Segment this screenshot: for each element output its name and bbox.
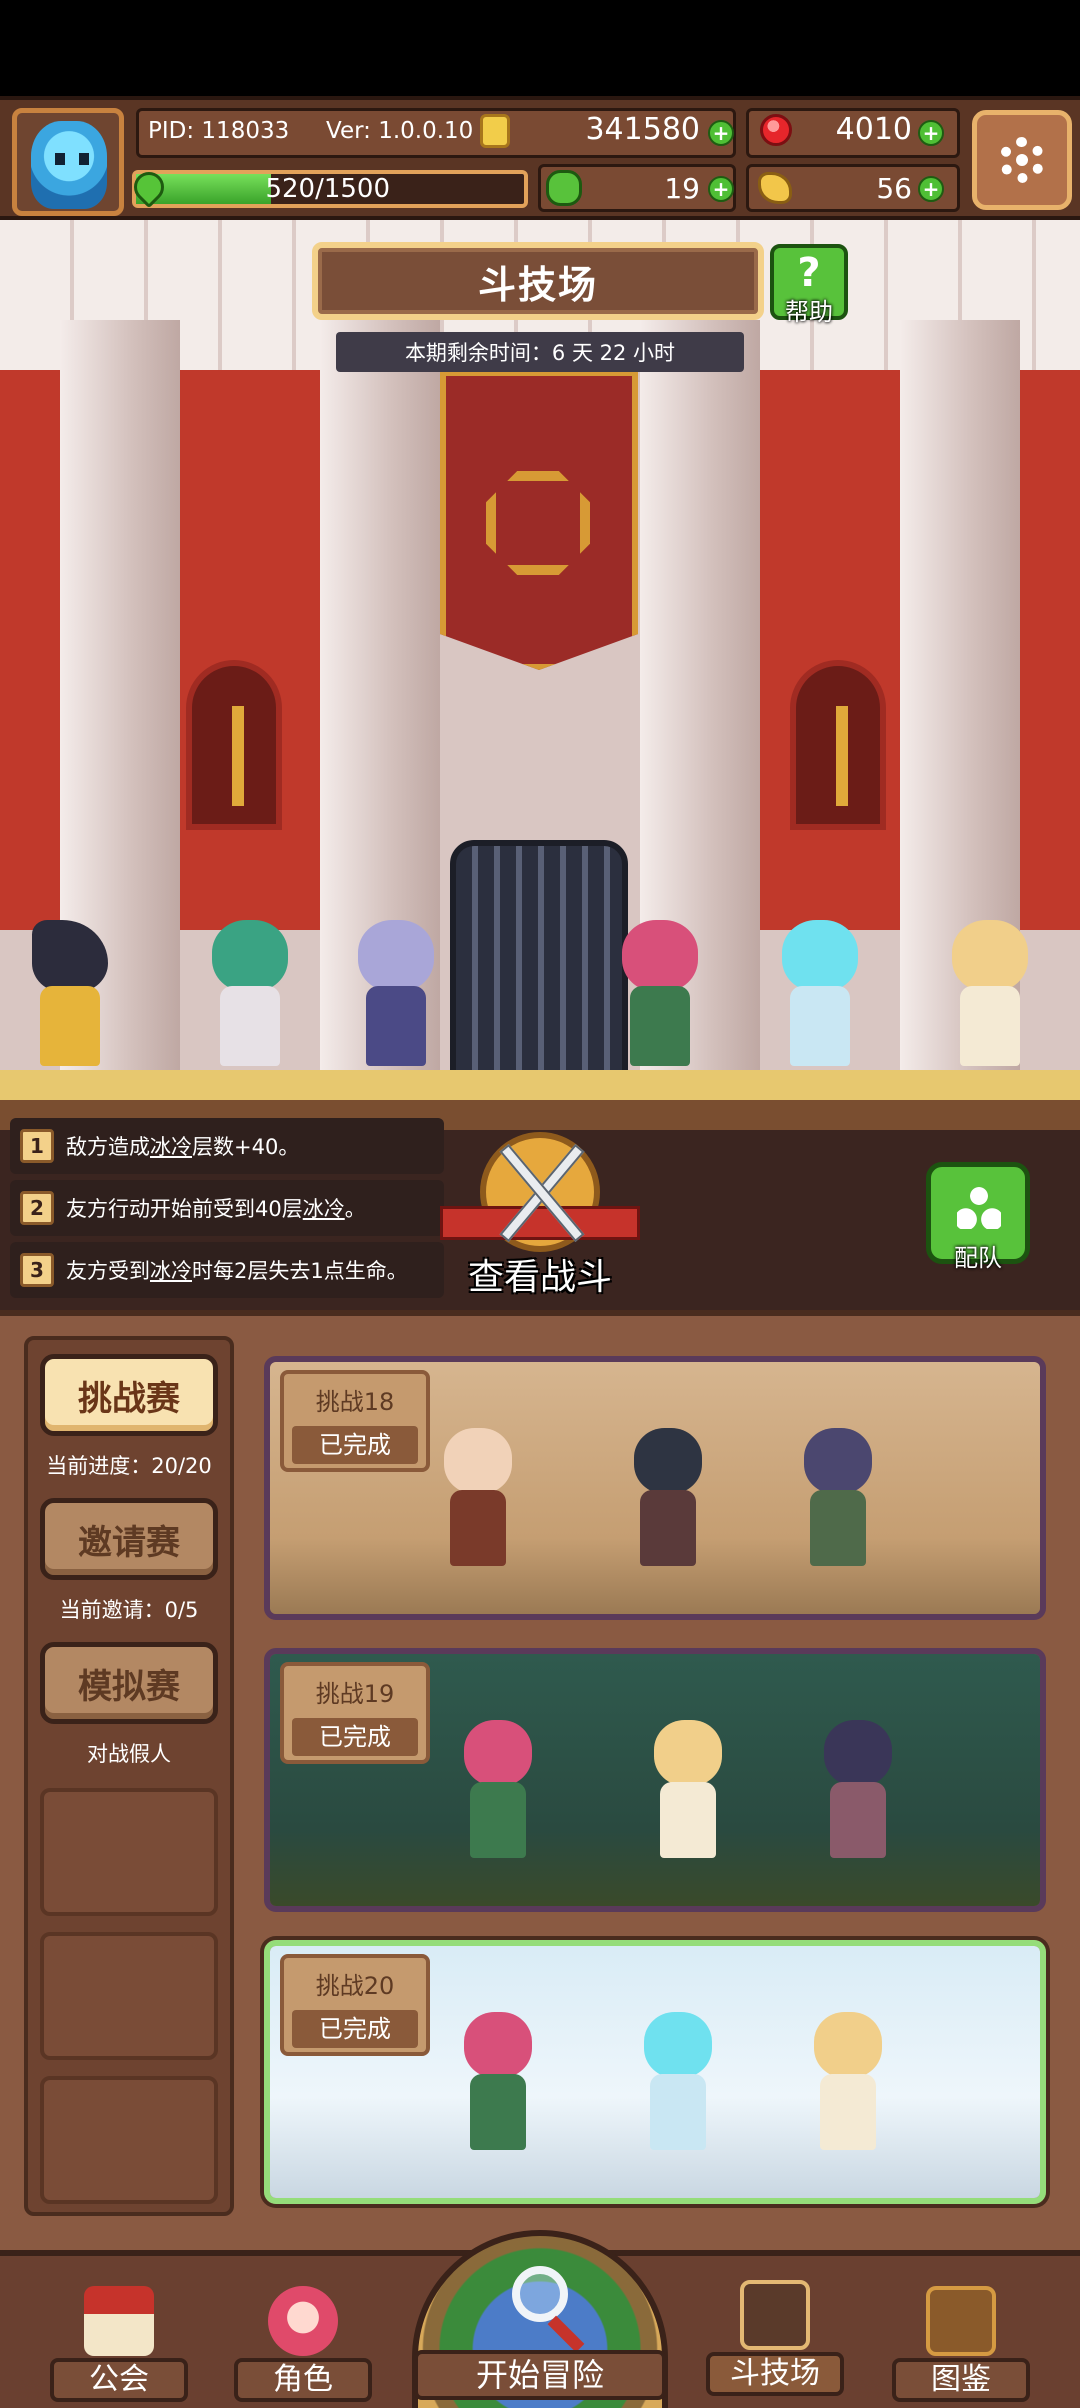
challenge-tag: 挑战19 已完成 bbox=[280, 1662, 430, 1764]
key-count: 56 bbox=[876, 172, 912, 205]
view-battle-label[interactable]: 查看战斗 bbox=[440, 1248, 640, 1300]
rule-item: 2 友方行动开始前受到40层冰冷。 bbox=[10, 1180, 444, 1236]
term-link[interactable]: 冰冷 bbox=[303, 1197, 345, 1221]
guild-house-icon bbox=[84, 2286, 154, 2356]
rule-item: 1 敌方造成冰冷层数+40。 bbox=[10, 1118, 444, 1174]
hero-bunny-knight bbox=[336, 910, 456, 1070]
team-icon bbox=[957, 1185, 1001, 1229]
rule-number: 1 bbox=[20, 1129, 54, 1163]
game-version: Ver: 1.0.0.10 bbox=[326, 118, 474, 144]
ruby-icon bbox=[760, 114, 792, 146]
enemy-character bbox=[450, 2012, 546, 2152]
enemy-character bbox=[800, 2012, 896, 2152]
nav-codex-label: 图鉴 bbox=[892, 2358, 1030, 2402]
help-label[interactable]: 帮助 bbox=[770, 292, 848, 327]
hero-bunny-green bbox=[190, 910, 310, 1070]
enemy-character bbox=[640, 1720, 736, 1860]
term-link[interactable]: 冰冷 bbox=[150, 1135, 192, 1159]
nav-guild[interactable]: 公会 bbox=[44, 2262, 194, 2402]
codex-book-icon bbox=[926, 2286, 996, 2356]
page-title: 斗技场 bbox=[312, 242, 764, 320]
empty-mode-slot bbox=[40, 1788, 218, 1916]
enemy-character bbox=[620, 1428, 716, 1568]
term-link[interactable]: 冰冷 bbox=[150, 1259, 192, 1283]
clover-count: 19 bbox=[664, 172, 700, 205]
empty-mode-slot bbox=[40, 2076, 218, 2204]
question-icon: ? bbox=[797, 250, 821, 296]
hero-fairy bbox=[930, 910, 1050, 1070]
challenge-card-selected[interactable]: 挑战20 已完成 bbox=[264, 1940, 1046, 2204]
challenge-title: 挑战20 bbox=[315, 1972, 395, 2000]
challenge-status: 已完成 bbox=[292, 1426, 418, 1464]
enemy-character bbox=[810, 1720, 906, 1860]
empty-mode-slot bbox=[40, 1932, 218, 2060]
magnifier-icon bbox=[512, 2266, 568, 2322]
nav-character-label: 角色 bbox=[234, 2358, 372, 2402]
enemy-character bbox=[430, 1428, 526, 1568]
hero-witch bbox=[10, 910, 130, 1070]
simulate-subtitle: 对战假人 bbox=[87, 1742, 171, 1766]
enemy-character bbox=[450, 1720, 546, 1860]
nav-start-adventure[interactable]: 开始冒险 bbox=[412, 2230, 668, 2408]
hero-ice-angel bbox=[760, 910, 880, 1070]
sword-alcove bbox=[186, 660, 282, 830]
challenge-status: 已完成 bbox=[292, 1718, 418, 1756]
add-gems-button[interactable]: + bbox=[918, 120, 944, 146]
add-clover-button[interactable]: + bbox=[708, 176, 734, 202]
nav-arena[interactable]: 斗技场 bbox=[700, 2256, 850, 2396]
nav-arena-label: 斗技场 bbox=[706, 2352, 844, 2396]
nav-codex[interactable]: 图鉴 bbox=[886, 2262, 1036, 2402]
coin-icon bbox=[480, 114, 510, 148]
character-face-icon bbox=[268, 2286, 338, 2356]
challenge-tag: 挑战20 已完成 bbox=[280, 1954, 430, 2056]
mode-simulate-button[interactable]: 模拟赛 bbox=[40, 1642, 218, 1724]
challenge-card[interactable]: 挑战19 已完成 bbox=[264, 1648, 1046, 1912]
gem-count: 4010 bbox=[835, 112, 912, 147]
mode-invite-button[interactable]: 邀请赛 bbox=[40, 1498, 218, 1580]
arena-swords-icon bbox=[740, 2280, 810, 2350]
enemy-character bbox=[790, 1428, 886, 1568]
player-id: PID: 118033 bbox=[148, 118, 290, 144]
avatar-face-icon bbox=[31, 121, 107, 209]
challenge-card[interactable]: 挑战18 已完成 bbox=[264, 1356, 1046, 1620]
hero-plant-girl bbox=[600, 910, 720, 1070]
sword-alcove bbox=[790, 660, 886, 830]
rule-item: 3 友方受到冰冷时每2层失去1点生命。 bbox=[10, 1242, 444, 1298]
season-timer: 本期剩余时间：6 天 22 小时 bbox=[336, 332, 744, 372]
challenge-title: 挑战18 bbox=[315, 1388, 395, 1416]
sword-icon bbox=[232, 706, 244, 806]
invite-progress: 当前邀请：0/5 bbox=[59, 1598, 199, 1622]
sword-icon bbox=[836, 706, 848, 806]
rule-number: 3 bbox=[20, 1253, 54, 1287]
arena-banner bbox=[440, 370, 638, 670]
challenge-tag: 挑战18 已完成 bbox=[280, 1370, 430, 1472]
coin-count: 341580 bbox=[585, 112, 700, 147]
team-setup-label[interactable]: 配队 bbox=[926, 1238, 1030, 1273]
player-avatar[interactable] bbox=[12, 108, 124, 216]
add-coins-button[interactable]: + bbox=[708, 120, 734, 146]
challenge-title: 挑战19 bbox=[315, 1680, 395, 1708]
mode-challenge-button[interactable]: 挑战赛 bbox=[40, 1354, 218, 1436]
settings-button[interactable] bbox=[972, 110, 1072, 210]
nav-character[interactable]: 角色 bbox=[228, 2262, 378, 2402]
nav-adventure-label: 开始冒险 bbox=[414, 2350, 666, 2400]
challenge-progress: 当前进度：20/20 bbox=[46, 1454, 212, 1478]
rule-number: 2 bbox=[20, 1191, 54, 1225]
challenge-status: 已完成 bbox=[292, 2010, 418, 2048]
add-keys-button[interactable]: + bbox=[918, 176, 944, 202]
clover-icon bbox=[546, 170, 582, 206]
exp-value: 520/1500 bbox=[265, 174, 390, 204]
arena-floor bbox=[0, 1070, 1080, 1100]
top-status-bar: PID: 118033 Ver: 1.0.0.10 341580 + 4010 … bbox=[0, 96, 1080, 220]
nav-guild-label: 公会 bbox=[50, 2358, 188, 2402]
enemy-character bbox=[630, 2012, 726, 2152]
